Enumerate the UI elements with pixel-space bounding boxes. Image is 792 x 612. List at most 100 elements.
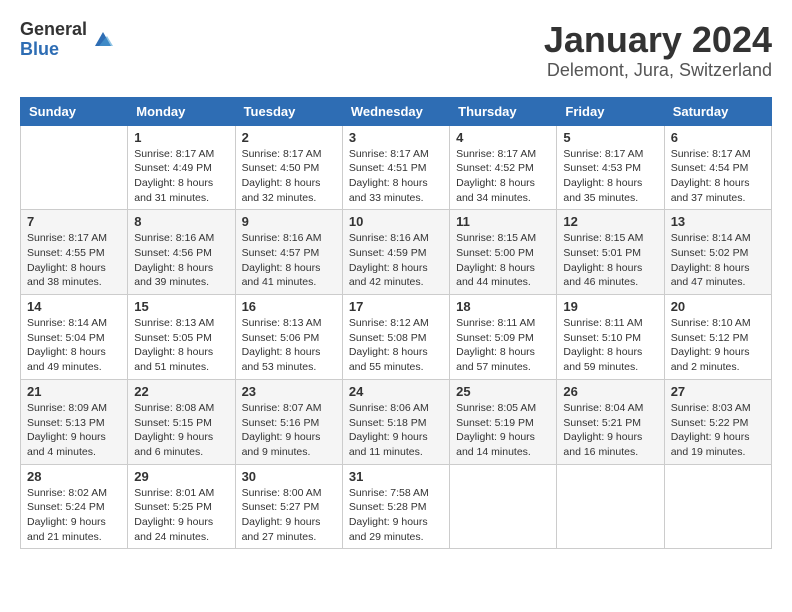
day-info: Sunrise: 8:05 AMSunset: 5:19 PMDaylight:… <box>456 401 550 460</box>
weekday-header: Friday <box>557 97 664 125</box>
calendar-cell: 9 Sunrise: 8:16 AMSunset: 4:57 PMDaylight… <box>235 210 342 295</box>
day-info: Sunrise: 8:07 AMSunset: 5:16 PMDaylight:… <box>242 401 336 460</box>
day-number: 4 <box>456 130 550 145</box>
day-info: Sunrise: 8:14 AMSunset: 5:04 PMDaylight:… <box>27 316 121 375</box>
day-number: 7 <box>27 214 121 229</box>
calendar-cell: 8 Sunrise: 8:16 AMSunset: 4:56 PMDaylight… <box>128 210 235 295</box>
calendar-cell: 25Sunrise: 8:05 AMSunset: 5:19 PMDayligh… <box>450 379 557 464</box>
day-number: 1 <box>134 130 228 145</box>
calendar-cell: 4 Sunrise: 8:17 AMSunset: 4:52 PMDaylight… <box>450 125 557 210</box>
calendar-cell: 29Sunrise: 8:01 AMSunset: 5:25 PMDayligh… <box>128 464 235 549</box>
calendar-table: SundayMondayTuesdayWednesdayThursdayFrid… <box>20 97 772 550</box>
day-number: 18 <box>456 299 550 314</box>
calendar-cell: 18 Sunrise: 8:11 AMSunset: 5:09 PMDayligh… <box>450 295 557 380</box>
day-info: Sunrise: 8:14 AMSunset: 5:02 PMDaylight:… <box>671 231 765 290</box>
day-info: Sunrise: 8:13 AMSunset: 5:06 PMDaylight:… <box>242 316 336 375</box>
calendar-cell: 26 Sunrise: 8:04 AMSunset: 5:21 PMDayligh… <box>557 379 664 464</box>
calendar-cell: 3Sunrise: 8:17 AMSunset: 4:51 PMDaylight… <box>342 125 449 210</box>
calendar-cell: 6 Sunrise: 8:17 AMSunset: 4:54 PMDaylight… <box>664 125 771 210</box>
day-info: Sunrise: 8:17 AMSunset: 4:53 PMDaylight:… <box>563 147 657 206</box>
calendar-cell: 1 Sunrise: 8:17 AMSunset: 4:49 PMDaylight… <box>128 125 235 210</box>
day-number: 26 <box>563 384 657 399</box>
logo-icon <box>91 28 115 52</box>
calendar-cell: 31Sunrise: 7:58 AMSunset: 5:28 PMDayligh… <box>342 464 449 549</box>
day-info: Sunrise: 8:16 AMSunset: 4:57 PMDaylight:… <box>242 231 336 290</box>
day-info: Sunrise: 8:13 AMSunset: 5:05 PMDaylight:… <box>134 316 228 375</box>
day-info: Sunrise: 8:11 AMSunset: 5:10 PMDaylight:… <box>563 316 657 375</box>
day-info: Sunrise: 8:08 AMSunset: 5:15 PMDaylight:… <box>134 401 228 460</box>
day-number: 28 <box>27 469 121 484</box>
calendar-cell: 13 Sunrise: 8:14 AMSunset: 5:02 PMDayligh… <box>664 210 771 295</box>
day-number: 27 <box>671 384 765 399</box>
calendar-cell: 7 Sunrise: 8:17 AMSunset: 4:55 PMDaylight… <box>21 210 128 295</box>
title-block: January 2024 Delemont, Jura, Switzerland <box>544 20 772 81</box>
day-info: Sunrise: 8:09 AMSunset: 5:13 PMDaylight:… <box>27 401 121 460</box>
weekday-header: Monday <box>128 97 235 125</box>
day-info: Sunrise: 8:04 AMSunset: 5:21 PMDaylight:… <box>563 401 657 460</box>
day-number: 6 <box>671 130 765 145</box>
day-number: 24 <box>349 384 443 399</box>
day-number: 2 <box>242 130 336 145</box>
day-info: Sunrise: 8:15 AMSunset: 5:00 PMDaylight:… <box>456 231 550 290</box>
calendar-cell <box>450 464 557 549</box>
day-number: 9 <box>242 214 336 229</box>
day-number: 23 <box>242 384 336 399</box>
calendar-cell: 2 Sunrise: 8:17 AMSunset: 4:50 PMDaylight… <box>235 125 342 210</box>
day-info: Sunrise: 8:17 AMSunset: 4:55 PMDaylight:… <box>27 231 121 290</box>
day-number: 12 <box>563 214 657 229</box>
calendar-cell: 28 Sunrise: 8:02 AMSunset: 5:24 PMDayligh… <box>21 464 128 549</box>
day-number: 16 <box>242 299 336 314</box>
calendar-week-row: 14 Sunrise: 8:14 AMSunset: 5:04 PMDayligh… <box>21 295 772 380</box>
day-info: Sunrise: 8:15 AMSunset: 5:01 PMDaylight:… <box>563 231 657 290</box>
page-header: General Blue January 2024 Delemont, Jura… <box>20 20 772 81</box>
calendar-cell <box>557 464 664 549</box>
day-info: Sunrise: 8:17 AMSunset: 4:52 PMDaylight:… <box>456 147 550 206</box>
day-info: Sunrise: 8:17 AMSunset: 4:54 PMDaylight:… <box>671 147 765 206</box>
logo: General Blue <box>20 20 115 60</box>
calendar-cell: 23 Sunrise: 8:07 AMSunset: 5:16 PMDayligh… <box>235 379 342 464</box>
calendar-cell: 15Sunrise: 8:13 AMSunset: 5:05 PMDayligh… <box>128 295 235 380</box>
calendar-cell: 20Sunrise: 8:10 AMSunset: 5:12 PMDayligh… <box>664 295 771 380</box>
calendar-cell: 27 Sunrise: 8:03 AMSunset: 5:22 PMDayligh… <box>664 379 771 464</box>
day-number: 31 <box>349 469 443 484</box>
weekday-header-row: SundayMondayTuesdayWednesdayThursdayFrid… <box>21 97 772 125</box>
day-number: 11 <box>456 214 550 229</box>
day-info: Sunrise: 8:17 AMSunset: 4:50 PMDaylight:… <box>242 147 336 206</box>
weekday-header: Saturday <box>664 97 771 125</box>
day-number: 5 <box>563 130 657 145</box>
calendar-cell <box>21 125 128 210</box>
calendar-cell: 14 Sunrise: 8:14 AMSunset: 5:04 PMDayligh… <box>21 295 128 380</box>
calendar-week-row: 7 Sunrise: 8:17 AMSunset: 4:55 PMDaylight… <box>21 210 772 295</box>
weekday-header: Tuesday <box>235 97 342 125</box>
calendar-cell: 5 Sunrise: 8:17 AMSunset: 4:53 PMDaylight… <box>557 125 664 210</box>
calendar-subtitle: Delemont, Jura, Switzerland <box>544 60 772 81</box>
calendar-week-row: 28 Sunrise: 8:02 AMSunset: 5:24 PMDayligh… <box>21 464 772 549</box>
calendar-title: January 2024 <box>544 20 772 60</box>
calendar-header: SundayMondayTuesdayWednesdayThursdayFrid… <box>21 97 772 125</box>
day-number: 19 <box>563 299 657 314</box>
logo-blue: Blue <box>20 40 87 60</box>
day-info: Sunrise: 8:17 AMSunset: 4:49 PMDaylight:… <box>134 147 228 206</box>
calendar-cell: 21Sunrise: 8:09 AMSunset: 5:13 PMDayligh… <box>21 379 128 464</box>
day-number: 22 <box>134 384 228 399</box>
day-info: Sunrise: 8:16 AMSunset: 4:59 PMDaylight:… <box>349 231 443 290</box>
day-number: 3 <box>349 130 443 145</box>
day-number: 10 <box>349 214 443 229</box>
day-number: 8 <box>134 214 228 229</box>
day-number: 14 <box>27 299 121 314</box>
calendar-cell: 24Sunrise: 8:06 AMSunset: 5:18 PMDayligh… <box>342 379 449 464</box>
day-number: 17 <box>349 299 443 314</box>
day-number: 30 <box>242 469 336 484</box>
day-info: Sunrise: 8:16 AMSunset: 4:56 PMDaylight:… <box>134 231 228 290</box>
calendar-week-row: 21Sunrise: 8:09 AMSunset: 5:13 PMDayligh… <box>21 379 772 464</box>
day-info: Sunrise: 8:03 AMSunset: 5:22 PMDaylight:… <box>671 401 765 460</box>
calendar-cell: 16 Sunrise: 8:13 AMSunset: 5:06 PMDayligh… <box>235 295 342 380</box>
day-number: 13 <box>671 214 765 229</box>
calendar-cell <box>664 464 771 549</box>
day-info: Sunrise: 8:12 AMSunset: 5:08 PMDaylight:… <box>349 316 443 375</box>
logo-text: General Blue <box>20 20 87 60</box>
day-info: Sunrise: 8:11 AMSunset: 5:09 PMDaylight:… <box>456 316 550 375</box>
day-info: Sunrise: 8:02 AMSunset: 5:24 PMDaylight:… <box>27 486 121 545</box>
calendar-cell: 22 Sunrise: 8:08 AMSunset: 5:15 PMDayligh… <box>128 379 235 464</box>
day-number: 20 <box>671 299 765 314</box>
